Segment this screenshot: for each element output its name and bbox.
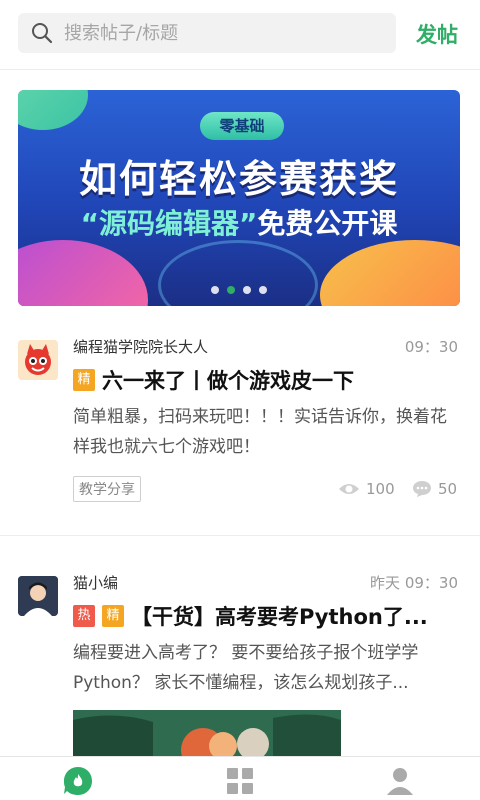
featured-badge: 精 bbox=[73, 369, 95, 391]
banner-decoration bbox=[320, 240, 460, 306]
avatar[interactable] bbox=[18, 576, 58, 616]
search-input[interactable] bbox=[64, 22, 384, 44]
comment-count[interactable]: 50 bbox=[412, 480, 457, 498]
post-button[interactable]: 发帖 bbox=[416, 19, 458, 49]
person-avatar-icon bbox=[18, 576, 58, 616]
eye-icon bbox=[339, 484, 359, 494]
post-title-text: 【干货】高考要考Python了... bbox=[131, 605, 428, 629]
carousel-dot[interactable] bbox=[243, 286, 251, 294]
post-time: 昨天 09：30 bbox=[370, 574, 458, 592]
cat-mascot-avatar-icon bbox=[18, 340, 58, 380]
featured-badge: 精 bbox=[102, 605, 124, 627]
banner-decoration bbox=[158, 240, 318, 306]
banner-subtitle-rest: 免费公开课 bbox=[257, 207, 398, 240]
divider bbox=[0, 535, 480, 536]
banner-decoration bbox=[18, 90, 88, 130]
comment-count-value: 50 bbox=[438, 480, 458, 498]
avatar[interactable] bbox=[18, 340, 58, 380]
post-image[interactable] bbox=[73, 710, 341, 756]
post-author[interactable]: 猫小编 bbox=[73, 572, 118, 593]
post-title[interactable]: 精 六一来了丨做个游戏皮一下 bbox=[73, 364, 458, 396]
carousel-dot-active[interactable] bbox=[227, 286, 235, 294]
banner-title: 如何轻松参赛获奖 bbox=[78, 157, 399, 201]
comment-icon bbox=[413, 481, 431, 497]
bottom-tab-bar bbox=[0, 756, 480, 800]
post-image-illustration bbox=[73, 710, 341, 756]
flame-chat-icon[interactable] bbox=[62, 765, 94, 797]
carousel-dot[interactable] bbox=[211, 286, 219, 294]
carousel-dot[interactable] bbox=[259, 286, 267, 294]
post-excerpt: 简单粗暴，扫码来玩吧！！！实话告诉你，换着花样我也就六七个游戏吧！ bbox=[73, 407, 447, 457]
post-time: 09：30 bbox=[404, 338, 458, 356]
view-count: 100 bbox=[338, 480, 395, 498]
promo-banner[interactable]: 零基础 如何轻松参赛获奖 “源码编辑器”免费公开课 bbox=[18, 90, 460, 306]
post-author[interactable]: 编程猫学院院长大人 bbox=[73, 336, 208, 357]
post-card[interactable]: 编程猫学院院长大人 09：30 精 六一来了丨做个游戏皮一下 简单粗暴，扫码来玩… bbox=[0, 330, 480, 530]
banner-tag: 零基础 bbox=[200, 112, 284, 140]
top-bar: 发帖 bbox=[0, 0, 480, 70]
post-excerpt: 编程要进入高考了？ 要不要给孩子报个班学学Python？ 家长不懂编程，该怎么规… bbox=[73, 643, 419, 693]
person-icon[interactable] bbox=[384, 765, 416, 797]
banner-subtitle-highlight: “源码编辑器” bbox=[80, 207, 258, 240]
grid-icon[interactable] bbox=[224, 765, 256, 797]
hot-badge: 热 bbox=[73, 605, 95, 627]
search-icon bbox=[32, 23, 53, 44]
category-tag[interactable]: 教学分享 bbox=[73, 476, 141, 502]
banner-subtitle: “源码编辑器”免费公开课 bbox=[18, 202, 460, 242]
search-box[interactable] bbox=[18, 13, 396, 53]
view-count-value: 100 bbox=[366, 480, 395, 498]
post-title-text: 六一来了丨做个游戏皮一下 bbox=[102, 369, 354, 393]
carousel-indicator bbox=[18, 286, 460, 294]
post-title[interactable]: 热 精 【干货】高考要考Python了... bbox=[73, 600, 458, 632]
banner-decoration bbox=[18, 240, 148, 306]
post-card[interactable]: 猫小编 昨天 09：30 热 精 【干货】高考要考Python了... 编程要进… bbox=[0, 566, 480, 756]
